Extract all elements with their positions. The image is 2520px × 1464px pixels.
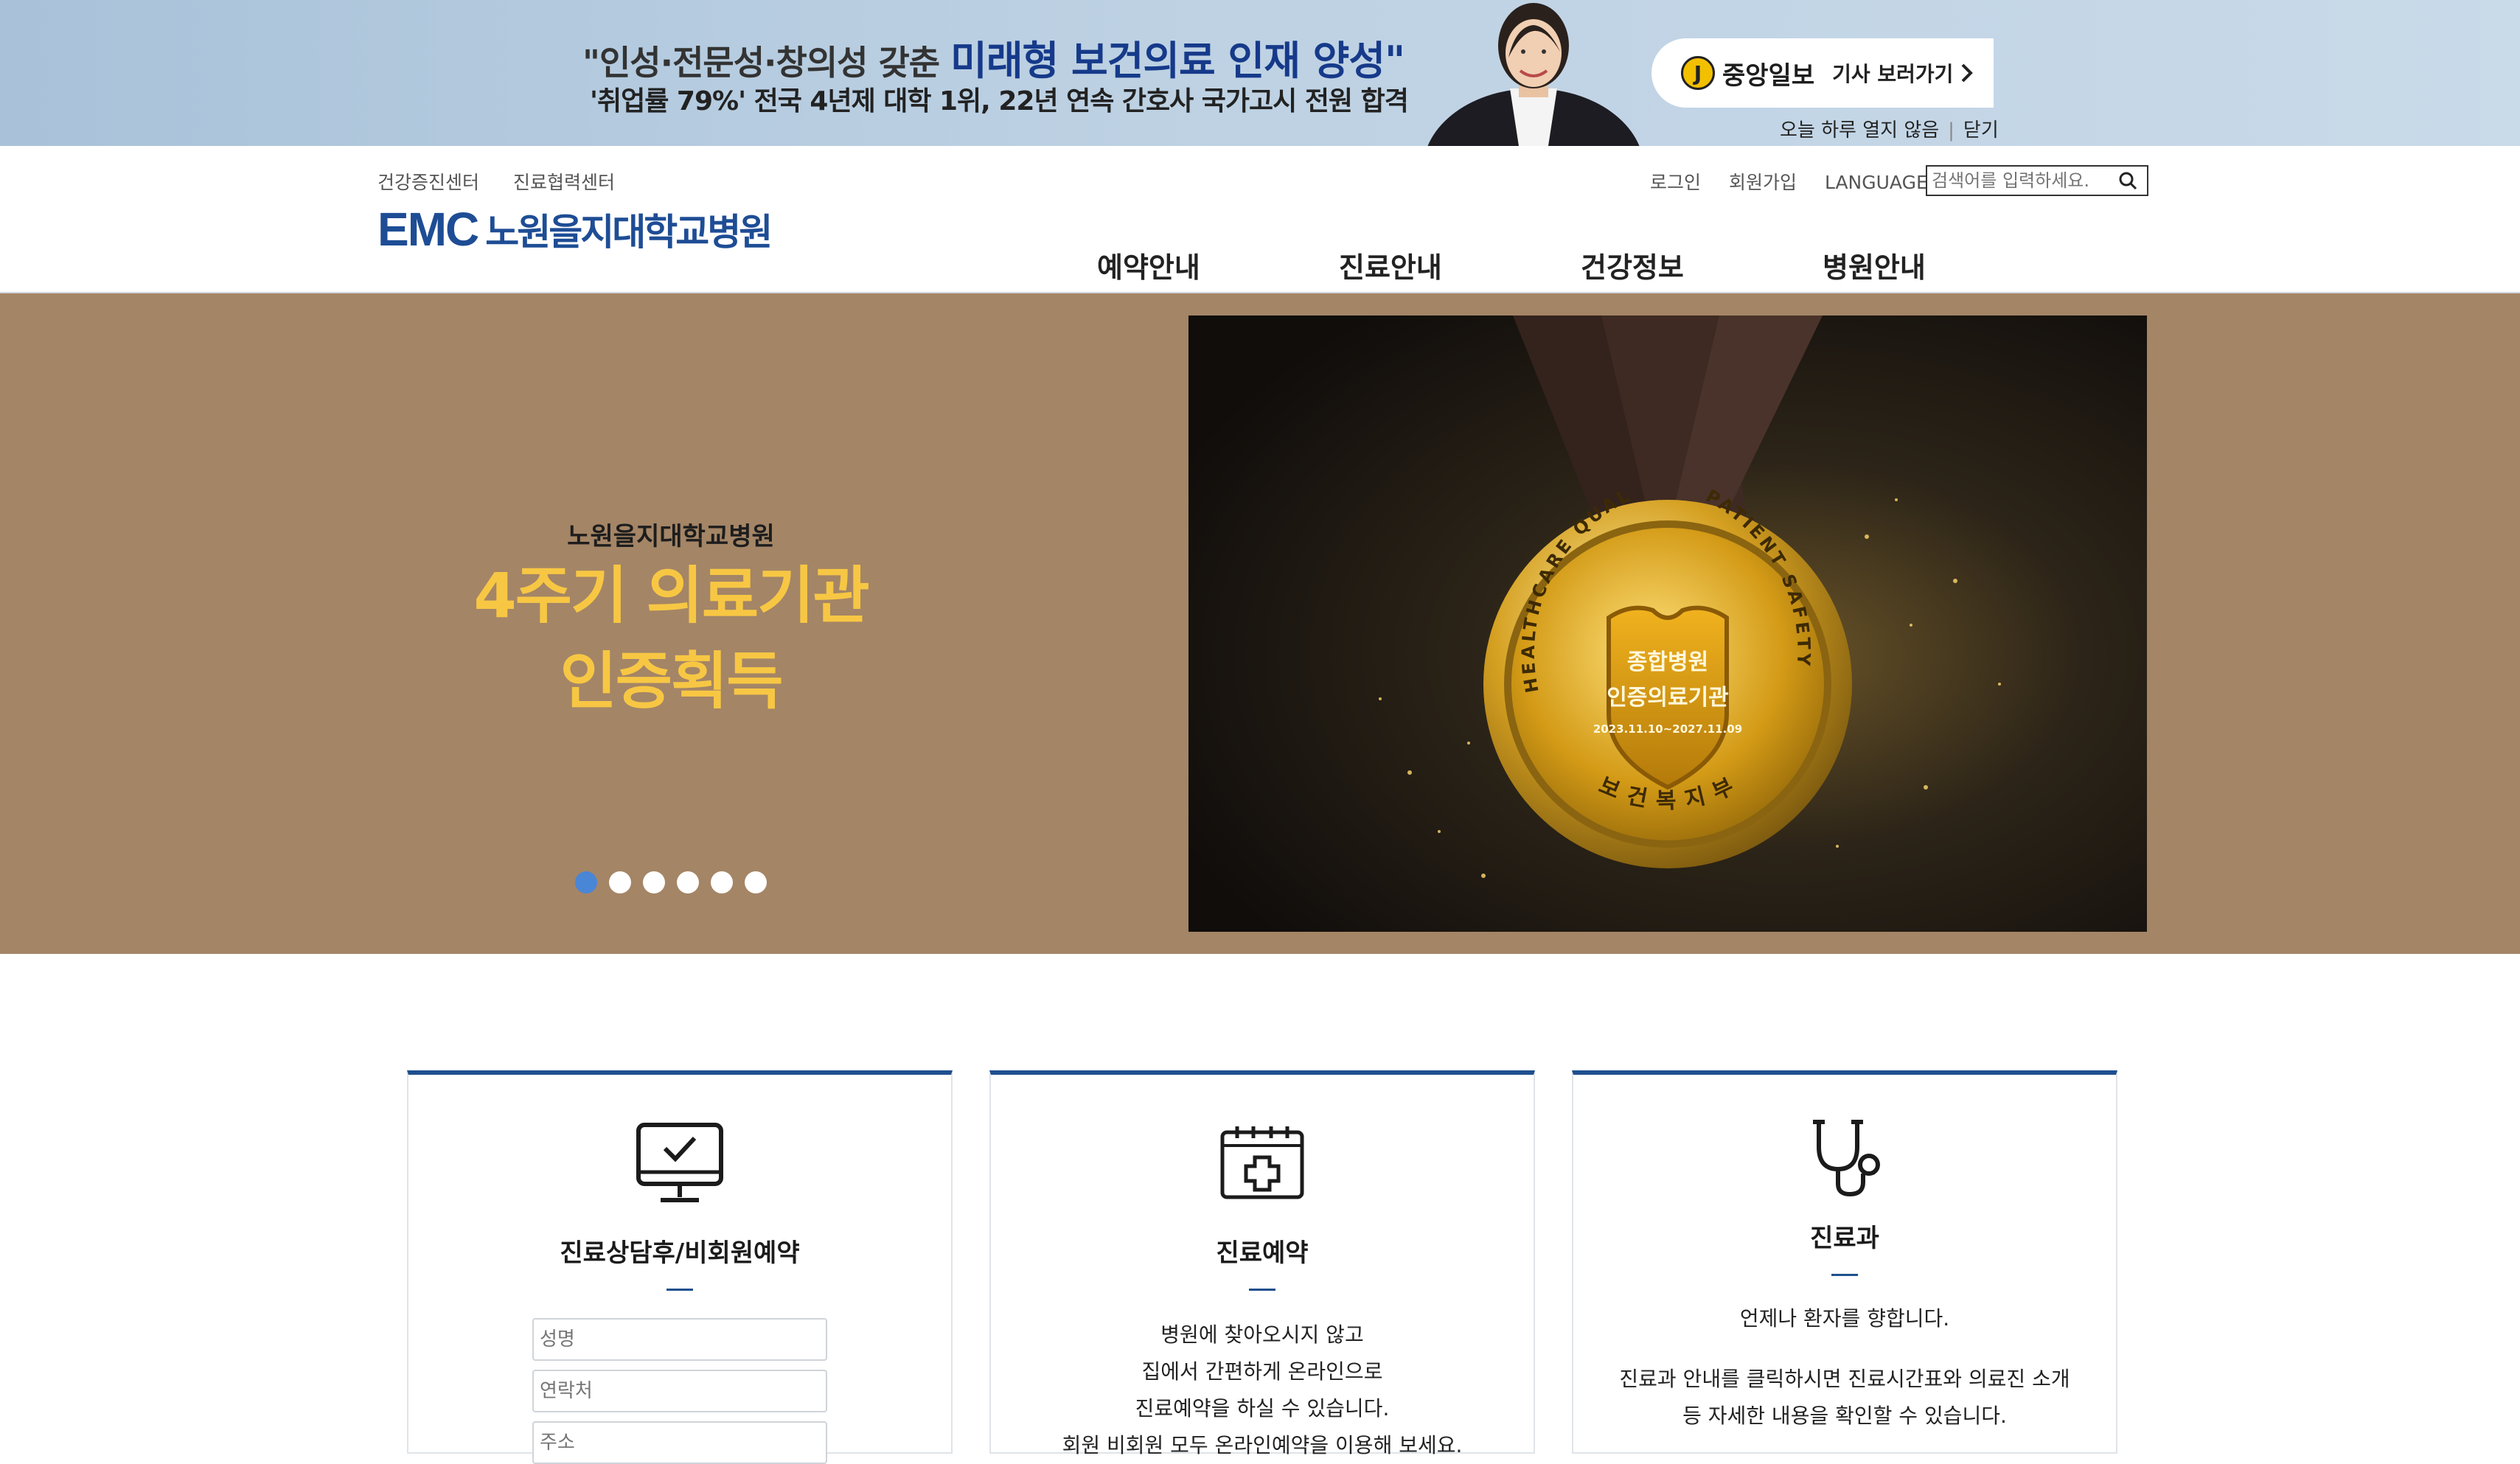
ad-headline-prefix: "인성·전문성·창의성 갖춘 (582, 43, 940, 83)
card-icon-wrap (408, 1120, 951, 1207)
joongang-logo-icon: J (1681, 56, 1715, 90)
card-online-reservation[interactable]: 진료예약 병원에 찾아오시지 않고 집에서 간편하게 온라인으로 진료예약을 하… (989, 1070, 1535, 1457)
address-field[interactable] (532, 1421, 827, 1464)
chevron-right-icon (1962, 63, 1974, 83)
ad-subline: '취업률 79%' 전국 4년제 대학 1위, 22년 연속 간호사 국가고시 … (590, 86, 1409, 116)
slider-dot[interactable] (677, 871, 699, 893)
card-title: 진료예약 (1216, 1238, 1309, 1268)
card-title: 진료과 (1810, 1224, 1879, 1253)
logo-emc: EMC (377, 203, 479, 256)
nav-reservation[interactable]: 예약안내 (1097, 245, 1339, 285)
login-link[interactable]: 로그인 (1650, 172, 1701, 193)
title-underline (1831, 1274, 1858, 1276)
name-field[interactable] (532, 1318, 827, 1361)
banner-options: 오늘 하루 열지 않음 | 닫기 (1780, 115, 1999, 142)
hero-title: 4주기 의료기관 인증획득 (398, 553, 944, 724)
util-links-right: 로그인 회원가입 LANGUAGE (1650, 168, 1950, 195)
hero-slider: 노원을지대학교병원 4주기 의료기관 인증획득 종합병원 인증의료기관 2023… (0, 293, 2520, 954)
desc-line: 등 자세한 내용을 확인할 수 있습니다. (1682, 1404, 2007, 1428)
desc-spacer (1573, 1337, 2116, 1361)
logo-hospital-name: 노원을지대학교병원 (485, 211, 773, 254)
medal-line2: 인증의료기관 (1607, 685, 1729, 711)
ad-headline: "인성·전문성·창의성 갖춘 미래형 보건의료 인재 양성" (582, 28, 1405, 86)
hospital-logo[interactable]: EMC 노원을지대학교병원 (377, 202, 773, 257)
main-navigation: 예약안내 진료안내 건강정보 병원안내 (1097, 245, 2064, 285)
card-consult-reservation: 진료상담후/비회원예약 (407, 1070, 953, 1464)
article-link-button[interactable]: J 중앙일보 기사 보러가기 (1651, 38, 1994, 108)
desc-line: 회원 비회원 모두 온라인예약을 이용해 보세요. (1062, 1433, 1463, 1457)
desc-line: 병원에 찾아오시지 않고 (1160, 1322, 1364, 1347)
divider: | (1948, 119, 1955, 142)
desc-line: 진료과 안내를 클릭하시면 진료시간표와 의료진 소개 (1619, 1367, 2070, 1391)
article-link-label: 기사 보러가기 (1832, 62, 1954, 86)
nav-hospital-info[interactable]: 병원안내 (1823, 245, 2064, 285)
monitor-check-icon (636, 1123, 723, 1202)
card-title: 진료상담후/비회원예약 (560, 1238, 800, 1268)
search-input[interactable] (1927, 167, 2112, 194)
slider-dot[interactable] (575, 871, 597, 893)
slider-dot[interactable] (643, 871, 665, 893)
hero-title-line2: 인증획득 (560, 645, 783, 717)
ad-headline-highlight: 미래형 보건의료 인재 양성" (950, 38, 1405, 84)
slider-pagination (575, 871, 779, 893)
ad-person-image (1427, 3, 1640, 146)
medal-dates: 2023.11.10~2027.11.09 (1593, 722, 1742, 736)
desc-line: 진료예약을 하실 수 있습니다. (1135, 1396, 1390, 1421)
phone-field[interactable] (532, 1370, 827, 1412)
slider-dot[interactable] (711, 871, 733, 893)
title-underline (1249, 1289, 1275, 1291)
stethoscope-icon (1813, 1120, 1880, 1197)
title-underline (666, 1289, 693, 1291)
signup-link[interactable]: 회원가입 (1729, 172, 1797, 193)
hide-today-link[interactable]: 오늘 하루 열지 않음 (1780, 119, 1939, 142)
search-box (1926, 165, 2148, 196)
newspaper-name: 중앙일보 (1722, 60, 1815, 91)
desc-line: 집에서 간편하게 온라인으로 (1141, 1359, 1383, 1384)
card-departments[interactable]: 진료과 언제나 환자를 향합니다. 진료과 안내를 클릭하시면 진료시간표와 의… (1572, 1070, 2117, 1454)
nav-health-info[interactable]: 건강정보 (1581, 245, 1823, 285)
card-icon-wrap (991, 1125, 1534, 1202)
close-banner-link[interactable]: 닫기 (1963, 119, 1999, 142)
language-link[interactable]: LANGUAGE (1825, 172, 1928, 193)
slider-dot[interactable] (745, 871, 767, 893)
card-description: 언제나 환자를 향합니다. 진료과 안내를 클릭하시면 진료시간표와 의료진 소… (1573, 1300, 2116, 1435)
hero-title-line1: 4주기 의료기관 (473, 560, 869, 632)
medal-line1: 종합병원 (1627, 649, 1708, 675)
card-icon-wrap (1573, 1118, 2116, 1199)
site-header: 건강증진센터 진료협력센터 로그인 회원가입 LANGUAGE EMC 노원을지… (0, 146, 2520, 293)
search-icon (2119, 172, 2137, 190)
nav-treatment[interactable]: 진료안내 (1339, 245, 1581, 285)
referral-center-link[interactable]: 진료협력센터 (513, 172, 615, 193)
health-center-link[interactable]: 건강증진센터 (377, 172, 479, 193)
util-links-left: 건강증진센터 진료협력센터 (377, 168, 643, 195)
desc-line: 언제나 환자를 향합니다. (1739, 1306, 1950, 1331)
search-button[interactable] (2112, 167, 2144, 195)
card-description: 병원에 찾아오시지 않고 집에서 간편하게 온라인으로 진료예약을 하실 수 있… (991, 1317, 1534, 1464)
certification-medal-image: 종합병원 인증의료기관 2023.11.10~2027.11.09 HEALTH… (1188, 316, 2147, 932)
hero-subtitle: 노원을지대학교병원 (567, 522, 775, 551)
top-ad-banner: "인성·전문성·창의성 갖춘 미래형 보건의료 인재 양성" '취업률 79%'… (0, 0, 2520, 146)
calendar-medical-icon (1220, 1126, 1304, 1199)
slider-dot[interactable] (609, 871, 631, 893)
